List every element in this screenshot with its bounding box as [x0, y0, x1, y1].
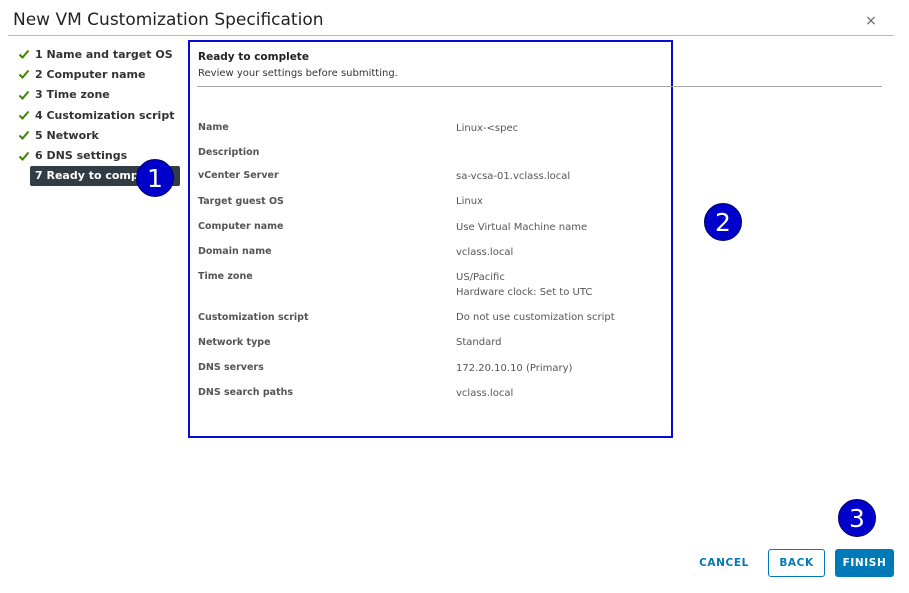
review-subtitle: Review your settings before submitting. — [198, 68, 398, 79]
step-time-zone[interactable]: 3 Time zone — [18, 85, 188, 105]
dns-search-paths-value: vclass.local — [456, 388, 514, 399]
callout-badge-3: 3 — [838, 499, 876, 537]
review-title: Ready to complete — [198, 51, 309, 63]
dialog-title: New VM Customization Specification — [13, 10, 324, 30]
hardware-clock-value: Hardware clock: Set to UTC — [456, 287, 593, 298]
callout-badge-2: 2 — [704, 203, 742, 241]
step-label: 5 Network — [35, 128, 99, 142]
step-label: 3 Time zone — [35, 88, 110, 102]
checkmark-icon — [18, 48, 30, 60]
callout-badge-1: 1 — [136, 159, 174, 197]
network-type-value: Standard — [456, 337, 502, 348]
dns-search-paths-label: DNS search paths — [198, 387, 294, 398]
name-label: Name — [198, 122, 229, 133]
step-label: 6 DNS settings — [35, 149, 128, 163]
step-computer-name[interactable]: 2 Computer name — [18, 64, 188, 84]
back-button[interactable]: BACK — [768, 549, 825, 577]
computer-name-value: Use Virtual Machine name — [456, 222, 588, 233]
name-value: Linux-<spec — [456, 123, 519, 134]
target-guest-os-label: Target guest OS — [198, 196, 284, 207]
checkmark-icon — [18, 89, 30, 101]
step-network[interactable]: 5 Network — [18, 125, 188, 145]
customization-script-label: Customization script — [198, 312, 309, 323]
step-name-and-target-os[interactable]: 1 Name and target OS — [18, 44, 188, 64]
close-icon[interactable]: × — [864, 13, 878, 29]
vcenter-server-value: sa-vcsa-01.vclass.local — [456, 171, 571, 182]
customization-script-value: Do not use customization script — [456, 312, 615, 323]
review-highlight-box — [188, 40, 673, 438]
domain-name-value: vclass.local — [456, 247, 514, 258]
step-label: 2 Computer name — [35, 67, 146, 81]
time-zone-value: US/Pacific — [456, 272, 505, 283]
domain-name-label: Domain name — [198, 246, 272, 257]
checkmark-icon — [18, 129, 30, 141]
dns-servers-value: 172.20.10.10 (Primary) — [456, 363, 573, 374]
cancel-button[interactable]: CANCEL — [690, 549, 758, 577]
step-customization-script[interactable]: 4 Customization script — [18, 105, 188, 125]
step-label: 1 Name and target OS — [35, 47, 173, 61]
time-zone-label: Time zone — [198, 271, 253, 282]
finish-button[interactable]: FINISH — [835, 549, 894, 577]
step-label: 4 Customization script — [35, 108, 175, 122]
vcenter-server-label: vCenter Server — [198, 170, 279, 181]
network-type-label: Network type — [198, 337, 271, 348]
dns-servers-label: DNS servers — [198, 362, 264, 373]
computer-name-label: Computer name — [198, 221, 284, 232]
checkmark-icon — [18, 68, 30, 80]
review-divider — [197, 86, 882, 87]
checkmark-icon — [18, 109, 30, 121]
description-label: Description — [198, 147, 260, 158]
target-guest-os-value: Linux — [456, 196, 483, 207]
title-divider — [8, 35, 894, 36]
checkmark-icon — [18, 150, 30, 162]
